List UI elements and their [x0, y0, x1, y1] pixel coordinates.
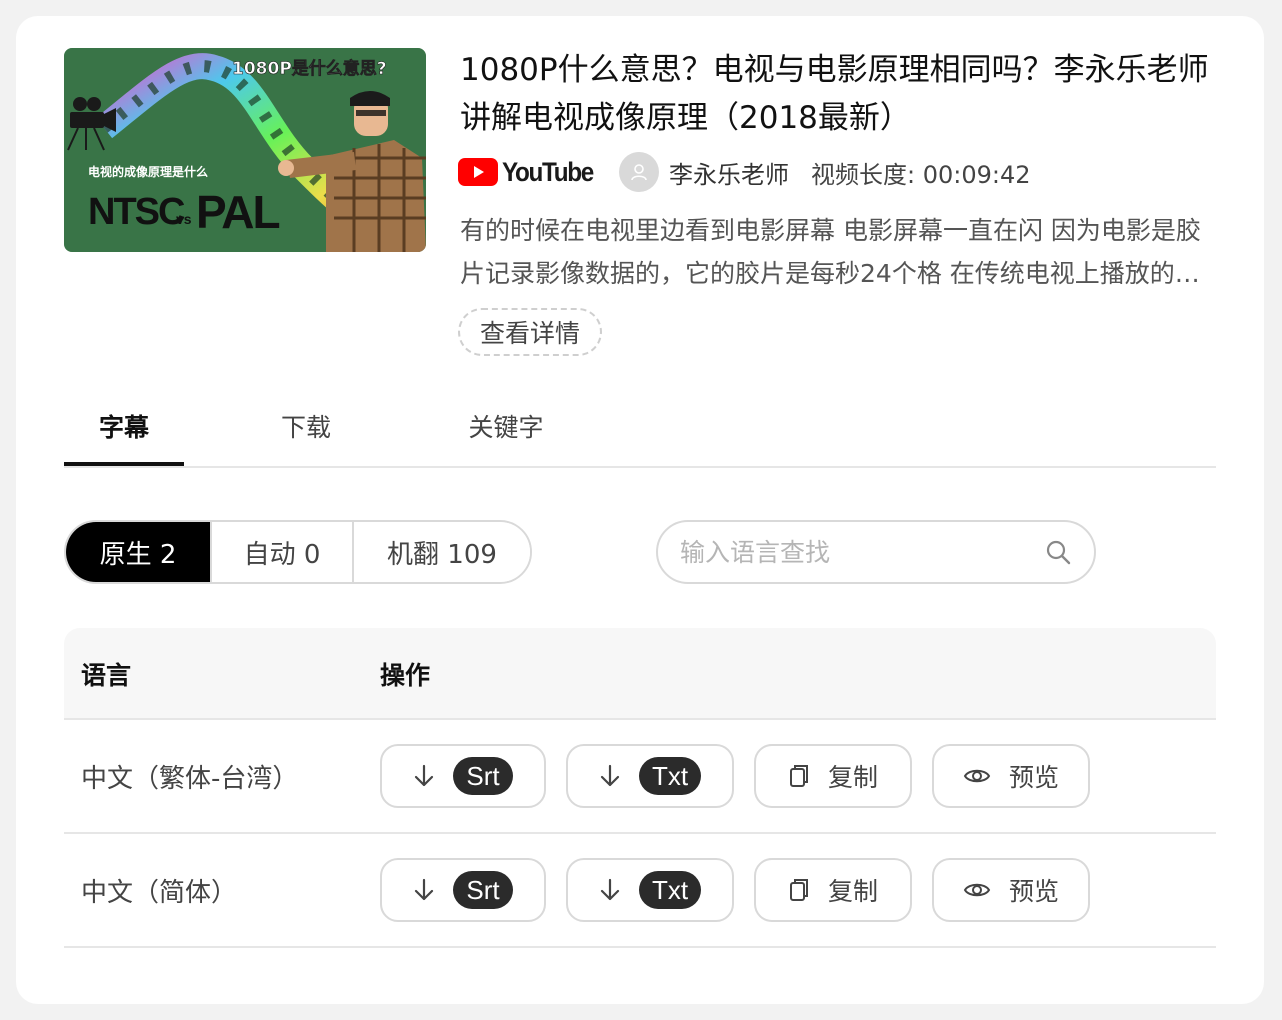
row-language: 中文（繁体-台湾）: [81, 763, 299, 794]
thumbnail-image: 1080P是什么意思? 电视的成像原理是什么 NTSC vs PAL: [64, 48, 426, 252]
user-icon: [631, 164, 647, 181]
tab-keywords[interactable]: 关键字: [444, 396, 568, 468]
thumbnail-pal: PAL: [196, 186, 279, 238]
thumbnail-vs: vs: [176, 211, 192, 227]
video-title[interactable]: 1080P什么意思？电视与电影原理相同吗？李永乐老师讲解电视成像原理（2018最…: [460, 46, 1220, 142]
filter-auto[interactable]: 自动 0: [210, 522, 352, 582]
copy-icon: [788, 877, 810, 903]
header-language: 语言: [81, 661, 132, 690]
filter-native[interactable]: 原生 2: [66, 522, 210, 582]
table-header: 语言 操作: [64, 628, 1216, 720]
header-actions: 操作: [380, 661, 431, 690]
author-avatar: [618, 152, 659, 192]
youtube-logo: YouTube: [458, 157, 603, 188]
copy-button[interactable]: 复制: [754, 744, 912, 808]
download-txt-button[interactable]: Txt: [566, 858, 734, 922]
subtitle-table: 语言 操作 中文（繁体-台湾） Srt Txt 复制 预览 中文（简体） Srt…: [64, 628, 1216, 948]
view-details-button[interactable]: 查看详情: [458, 308, 602, 356]
preview-button[interactable]: 预览: [932, 744, 1090, 808]
search-icon[interactable]: [1044, 538, 1072, 566]
language-search-input[interactable]: [680, 537, 1044, 567]
download-srt-button[interactable]: Srt: [380, 858, 546, 922]
video-description: 有的时候在电视里边看到电影屏幕 电影屏幕一直在闪 因为电影是胶片记录影像数据的，…: [460, 216, 1201, 288]
author-name[interactable]: 李永乐老师: [669, 155, 789, 190]
download-txt-button[interactable]: Txt: [566, 744, 734, 808]
tab-bar: 字幕 下载 关键字: [64, 396, 1216, 468]
copy-icon: [788, 763, 810, 789]
video-thumbnail[interactable]: 1080P是什么意思? 电视的成像原理是什么 NTSC vs PAL: [64, 48, 426, 252]
preview-label: 预览: [1008, 763, 1059, 792]
srt-badge: Srt: [453, 757, 513, 795]
row-language: 中文（简体）: [81, 877, 238, 908]
subtitle-card: 1080P是什么意思? 电视的成像原理是什么 NTSC vs PAL 1080P…: [16, 16, 1264, 1004]
copy-label: 复制: [827, 763, 878, 792]
srt-badge: Srt: [453, 871, 513, 909]
subtitle-type-filter: 原生 2 自动 0 机翻 109: [64, 520, 532, 584]
active-tab-indicator: [64, 462, 184, 466]
arrow-down-icon: [413, 764, 435, 788]
thumbnail-headline: 1080P是什么意思?: [232, 58, 387, 79]
youtube-wordmark: YouTube: [502, 156, 594, 187]
arrow-down-icon: [599, 878, 621, 902]
video-meta: YouTube 李永乐老师 视频长度: 00:09:42: [458, 152, 1031, 192]
arrow-down-icon: [413, 878, 435, 902]
preview-button[interactable]: 预览: [932, 858, 1090, 922]
eye-icon: [963, 766, 991, 786]
preview-label: 预览: [1008, 877, 1059, 906]
txt-badge: Txt: [638, 757, 702, 795]
txt-badge: Txt: [638, 871, 702, 909]
filter-machine[interactable]: 机翻 109: [352, 522, 530, 582]
youtube-play-icon: [458, 158, 498, 186]
table-row: 中文（繁体-台湾） Srt Txt 复制 预览: [64, 720, 1216, 834]
tab-subtitles[interactable]: 字幕: [64, 396, 184, 468]
video-duration: 视频长度: 00:09:42: [810, 160, 1031, 189]
table-row: 中文（简体） Srt Txt 复制 预览: [64, 834, 1216, 948]
arrow-down-icon: [599, 764, 621, 788]
tab-download[interactable]: 下载: [256, 396, 356, 468]
download-srt-button[interactable]: Srt: [380, 744, 546, 808]
thumbnail-subtitle: 电视的成像原理是什么: [88, 164, 208, 179]
thumbnail-ntsc: NTSC: [88, 191, 185, 233]
copy-label: 复制: [827, 877, 878, 906]
eye-icon: [963, 880, 991, 900]
language-search: [656, 520, 1096, 584]
copy-button[interactable]: 复制: [754, 858, 912, 922]
